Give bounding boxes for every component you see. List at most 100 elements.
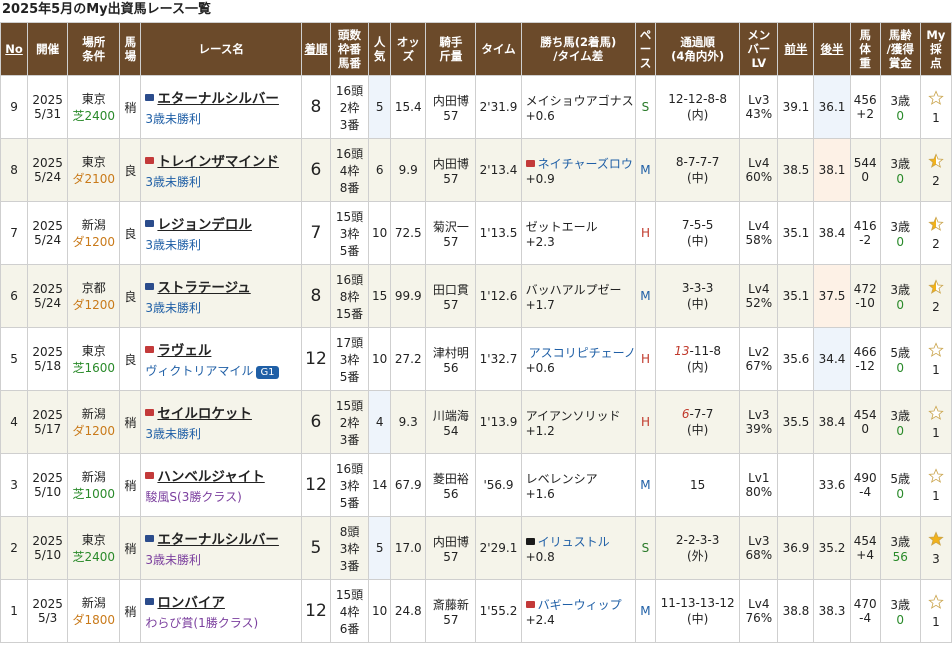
winner-name[interactable]: アスコリピチェーノ — [529, 344, 635, 361]
track-condition: 良 — [119, 201, 142, 265]
race-name[interactable]: ヴィクトリアマイル G1 — [145, 362, 300, 379]
race-name[interactable]: 3歳未勝利 — [145, 551, 300, 568]
horse-name-label[interactable]: エターナルシルバー — [157, 87, 279, 107]
race-name[interactable]: 3歳未勝利 — [145, 110, 300, 127]
winner[interactable]: イリュストル — [525, 533, 635, 550]
weight: 57 — [443, 171, 459, 186]
body-weight-diff: 0 — [861, 170, 869, 184]
body-weight-cell: 544 0 — [849, 138, 881, 202]
star-icon[interactable] — [928, 530, 944, 550]
horse-name-label[interactable]: レジョンデロル — [157, 213, 252, 233]
body-weight: 544 — [853, 156, 877, 170]
horse-name[interactable]: ストラテージュ — [145, 276, 300, 296]
score-cell[interactable]: 1 — [919, 390, 952, 454]
race-name-label[interactable]: 3歳未勝利 — [145, 553, 201, 567]
race-name[interactable]: 3歳未勝利 — [145, 173, 300, 190]
jockey-cell: 田口貫 57 — [425, 264, 477, 328]
finish-rank: 7 — [300, 201, 332, 265]
horse-name[interactable]: トレインザマインド — [145, 150, 300, 170]
horse-name-label[interactable]: ロンバイア — [157, 591, 225, 611]
horse-name[interactable]: ハンベルジャイト — [145, 465, 300, 485]
course: ダ1800 — [72, 613, 116, 627]
header-col-16[interactable]: 後半 — [813, 22, 851, 76]
race-name[interactable]: 駿風S(3勝クラス) — [145, 488, 300, 505]
horse-name[interactable]: レジョンデロル — [145, 213, 300, 233]
race-name-label[interactable]: 3歳未勝利 — [145, 301, 201, 315]
race-name-label[interactable]: 3歳未勝利 — [145, 238, 201, 252]
winner-name[interactable]: ネイチャーズロウ — [538, 155, 633, 172]
score-cell[interactable]: 2 — [919, 138, 952, 202]
horse-name-label[interactable]: ラヴェル — [157, 339, 211, 359]
year: 2025 — [32, 282, 63, 296]
star-icon[interactable] — [928, 341, 944, 361]
star-icon[interactable] — [928, 467, 944, 487]
horse-name[interactable]: エターナルシルバー — [145, 528, 300, 548]
star-icon[interactable] — [928, 215, 944, 235]
prize: 56 — [892, 549, 908, 564]
time: 2'31.9 — [475, 75, 522, 139]
score-cell[interactable]: 2 — [919, 201, 952, 265]
place: 新潟 — [81, 407, 106, 421]
horse-name[interactable]: エターナルシルバー — [145, 87, 300, 107]
winner[interactable]: バギーウィップ — [525, 596, 635, 613]
race-name-label[interactable]: 駿風S(3勝クラス) — [145, 490, 241, 504]
horse-name-label[interactable]: ハンベルジャイト — [157, 465, 264, 485]
winner-name[interactable]: バギーウィップ — [538, 596, 622, 613]
track-condition: 良 — [119, 264, 142, 328]
score-cell[interactable]: 1 — [919, 579, 952, 643]
no-cell: 9 — [0, 75, 29, 139]
star-icon[interactable] — [928, 404, 944, 424]
horse-name-label[interactable]: エターナルシルバー — [157, 528, 279, 548]
star-icon[interactable] — [928, 278, 944, 298]
horse-name-label[interactable]: セイルロケット — [157, 402, 252, 422]
header-col-0[interactable]: No — [0, 22, 29, 76]
member-lv-cell: Lv3 43% — [739, 75, 779, 139]
time: 1'32.7 — [475, 327, 522, 391]
horse-name[interactable]: セイルロケット — [145, 402, 300, 422]
time-diff: +2.4 — [525, 612, 555, 627]
race-name-label[interactable]: 3歳未勝利 — [145, 427, 201, 441]
horse-name[interactable]: ラヴェル — [145, 339, 300, 359]
header-col-15[interactable]: 前半 — [777, 22, 815, 76]
race-cell: トレインザマインド 3歳未勝利 — [140, 138, 302, 202]
horse-name-label[interactable]: トレインザマインド — [157, 150, 279, 170]
star-icon[interactable] — [928, 593, 944, 613]
race-name-label[interactable]: わらび賞(1勝クラス) — [145, 616, 258, 630]
race-name[interactable]: 3歳未勝利 — [145, 236, 300, 253]
year: 2025 — [32, 408, 63, 422]
odds: 72.5 — [390, 201, 427, 265]
body-weight-cell: 416 -2 — [849, 201, 881, 265]
winner[interactable]: アスコリピチェーノ — [526, 344, 635, 361]
horse-name-label[interactable]: ストラテージュ — [157, 276, 250, 296]
date: 5/3 — [37, 611, 58, 625]
body-weight-cell: 470 -4 — [849, 579, 881, 643]
star-icon[interactable] — [928, 89, 944, 109]
race-name[interactable]: 3歳未勝利 — [145, 425, 300, 442]
header-col-14: メン バー LV — [739, 22, 779, 76]
body-weight: 456 — [853, 93, 877, 107]
race-name-label[interactable]: ヴィクトリアマイル — [145, 364, 253, 378]
age: 3歳 — [890, 93, 911, 108]
jockey: 内田博 — [432, 534, 469, 549]
member-lv-pct: 58% — [745, 233, 773, 247]
score-cell[interactable]: 1 — [919, 453, 952, 517]
year: 2025 — [32, 534, 63, 548]
race-name-label[interactable]: 3歳未勝利 — [145, 175, 201, 189]
race-name[interactable]: 3歳未勝利 — [145, 299, 300, 316]
star-icon[interactable] — [928, 152, 944, 172]
header-col-5[interactable]: 着順 — [300, 22, 332, 76]
score-cell[interactable]: 1 — [919, 327, 952, 391]
popularity: 15 — [368, 264, 392, 328]
race-name[interactable]: わらび賞(1勝クラス) — [145, 614, 300, 631]
page-title: 2025年5月のMy出資馬レース一覧 — [2, 2, 211, 17]
winner[interactable]: ネイチャーズロウ — [525, 155, 635, 172]
second-half: 38.1 — [813, 138, 851, 202]
waku: 4枠 — [339, 163, 360, 178]
score-cell[interactable]: 2 — [919, 264, 952, 328]
score-cell[interactable]: 3 — [919, 516, 952, 580]
passing-order: 2-2-3-3 — [675, 532, 720, 547]
winner-name[interactable]: イリュストル — [538, 533, 610, 550]
race-name-label[interactable]: 3歳未勝利 — [145, 112, 201, 126]
score-cell[interactable]: 1 — [919, 75, 952, 139]
horse-name[interactable]: ロンバイア — [145, 591, 300, 611]
